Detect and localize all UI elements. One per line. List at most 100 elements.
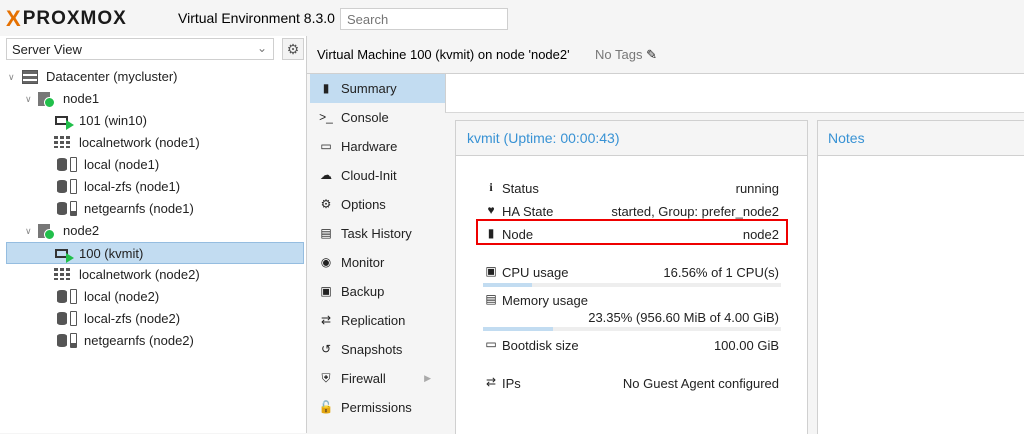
- tree-item-label: netgearnfs (node2): [84, 333, 194, 348]
- desktop-icon: ▭: [320, 139, 332, 153]
- tree-item-label: node2: [63, 223, 100, 238]
- nav-hardware[interactable]: ▭ Hardware: [310, 132, 445, 161]
- tree-item-label: Datacenter (mycluster): [46, 69, 178, 84]
- eye-icon: ◉: [320, 255, 332, 269]
- expander-icon[interactable]: ∨: [25, 88, 32, 110]
- nav-options[interactable]: ⚙ Options: [310, 190, 445, 219]
- cpu-usage-row: ▣ CPU usage 16.56% of 1 CPU(s): [483, 263, 781, 283]
- toolbar-area: [445, 74, 1024, 113]
- storage-icon: [57, 289, 77, 304]
- storage-icon: [57, 311, 77, 326]
- storage-icon: [57, 179, 77, 194]
- tree-item-storage-localzfs-node1[interactable]: local-zfs (node1): [0, 176, 306, 198]
- nav-replication[interactable]: ⇄ Replication: [310, 306, 445, 335]
- memory-usage-bar: [483, 327, 781, 331]
- cpu-usage-value: 16.56% of 1 CPU(s): [663, 265, 779, 280]
- node-highlight-box: [476, 219, 788, 245]
- bootdisk-value: 100.00 GiB: [713, 338, 779, 353]
- logo-text: PROXMOX: [22, 8, 127, 29]
- nav-permissions[interactable]: 🔓 Permissions: [310, 393, 445, 422]
- cpu-usage-fill: [483, 283, 533, 287]
- vm-running-icon: [55, 249, 74, 263]
- tags-editor[interactable]: No Tags ✎: [595, 47, 657, 63]
- cpu-usage-bar: [483, 283, 781, 287]
- ha-state-key: HA State: [502, 204, 554, 219]
- tree-item-label: 100 (kvmit): [79, 246, 144, 261]
- memory-usage-value-row: 23.35% (956.60 MiB of 4.00 GiB): [483, 308, 781, 328]
- notes-panel-title: Notes: [818, 121, 1024, 156]
- status-value: running: [735, 181, 779, 196]
- tree-item-storage-localzfs-node2[interactable]: local-zfs (node2): [0, 308, 306, 330]
- tree-item-label: local-zfs (node2): [84, 311, 181, 326]
- nav-firewall[interactable]: ⛨ Firewall ▶: [310, 364, 445, 393]
- proxmox-logo[interactable]: X PROXMOX: [6, 8, 127, 30]
- tree-item-datacenter[interactable]: ∨ Datacenter (mycluster): [0, 66, 306, 88]
- terminal-icon: >_: [319, 110, 333, 124]
- bootdisk-row: ▭ Bootdisk size 100.00 GiB: [483, 336, 781, 356]
- resource-tree-panel: Server View ⌄ ⚙ ∨ Datacenter (mycluster)…: [0, 36, 307, 433]
- tree-item-label: local-zfs (node1): [84, 179, 181, 194]
- nav-backup[interactable]: ▣ Backup: [310, 277, 445, 306]
- nav-label: Cloud-Init: [341, 168, 397, 183]
- page-title: Virtual Machine 100 (kvmit) on node 'nod…: [317, 47, 570, 62]
- tree-settings-button[interactable]: ⚙: [282, 38, 304, 60]
- tree-item-storage-local-node1[interactable]: local (node1): [0, 154, 306, 176]
- tree-item-storage-local-node2[interactable]: local (node2): [0, 286, 306, 308]
- tree-item-label: local (node2): [84, 289, 160, 304]
- tree-item-label: node1: [63, 91, 100, 106]
- cpu-usage-key: CPU usage: [502, 265, 569, 280]
- memory-usage-key: Memory usage: [502, 293, 588, 308]
- exchange-icon: ⇄: [485, 375, 497, 389]
- chevron-right-icon: ▶: [424, 373, 431, 383]
- notes-panel[interactable]: Notes: [817, 120, 1024, 434]
- tree-item-node2[interactable]: ∨ node2: [0, 220, 306, 242]
- sdn-grid-icon: [54, 136, 70, 148]
- tags-label: No Tags: [595, 47, 643, 62]
- nav-console[interactable]: >_ Console: [310, 103, 445, 132]
- gear-icon: ⚙: [286, 41, 300, 57]
- vm-nav-menu: ▮ Summary >_ Console ▭ Hardware ☁ Cloud-Init…: [310, 74, 445, 433]
- nav-label: Snapshots: [341, 342, 403, 357]
- chevron-down-icon: ⌄: [256, 41, 267, 55]
- nav-snapshots[interactable]: ↺ Snapshots: [310, 335, 445, 364]
- nav-summary[interactable]: ▮ Summary: [310, 74, 445, 103]
- content-header: Virtual Machine 100 (kvmit) on node 'nod…: [307, 36, 1024, 74]
- tree-item-vm-100[interactable]: 100 (kvmit): [6, 242, 304, 264]
- status-panel-title: kvmit (Uptime: 00:00:43): [456, 121, 807, 156]
- nav-label: Permissions: [341, 400, 412, 415]
- status-row: i Status running: [483, 179, 781, 199]
- memory-icon: ▤: [485, 292, 497, 306]
- tree-item-sdn-node1[interactable]: localnetwork (node1): [0, 132, 306, 154]
- nav-label: Hardware: [341, 139, 398, 154]
- sdn-grid-icon: [54, 268, 70, 280]
- search-input[interactable]: [340, 8, 508, 30]
- node-online-icon: [38, 92, 55, 108]
- ha-state-value: started, Group: prefer_node2: [611, 204, 779, 219]
- ips-value: No Guest Agent configured: [622, 376, 779, 391]
- ips-row: ⇄ IPs No Guest Agent configured: [483, 374, 781, 394]
- tree-item-label: netgearnfs (node1): [84, 201, 194, 216]
- node-online-icon: [38, 224, 55, 240]
- expander-icon[interactable]: ∨: [25, 220, 32, 242]
- tree-item-node1[interactable]: ∨ node1: [0, 88, 306, 110]
- storage-nfs-icon: [57, 201, 77, 216]
- nav-label: Task History: [341, 226, 412, 241]
- vm-running-icon: [55, 116, 74, 130]
- storage-icon: [57, 157, 77, 172]
- tree-item-storage-nfs-node1[interactable]: netgearnfs (node1): [0, 198, 306, 220]
- nav-monitor[interactable]: ◉ Monitor: [310, 248, 445, 277]
- nav-label: Summary: [341, 81, 397, 96]
- view-select[interactable]: Server View ⌄: [6, 38, 274, 60]
- tree-item-storage-nfs-node2[interactable]: netgearnfs (node2): [0, 330, 306, 352]
- pencil-icon[interactable]: ✎: [646, 47, 657, 62]
- list-icon: ▤: [320, 226, 332, 240]
- nav-task-history[interactable]: ▤ Task History: [310, 219, 445, 248]
- expander-icon[interactable]: ∨: [8, 66, 15, 88]
- nav-cloud-init[interactable]: ☁ Cloud-Init: [310, 161, 445, 190]
- unlock-icon: 🔓: [318, 400, 334, 414]
- tree-item-vm-101[interactable]: 101 (win10): [0, 110, 306, 132]
- tree-item-sdn-node2[interactable]: localnetwork (node2): [0, 264, 306, 286]
- shield-icon: ⛨: [321, 371, 331, 385]
- top-bar: X PROXMOX Virtual Environment 8.3.0: [0, 0, 1024, 37]
- version-label: Virtual Environment 8.3.0: [178, 10, 335, 26]
